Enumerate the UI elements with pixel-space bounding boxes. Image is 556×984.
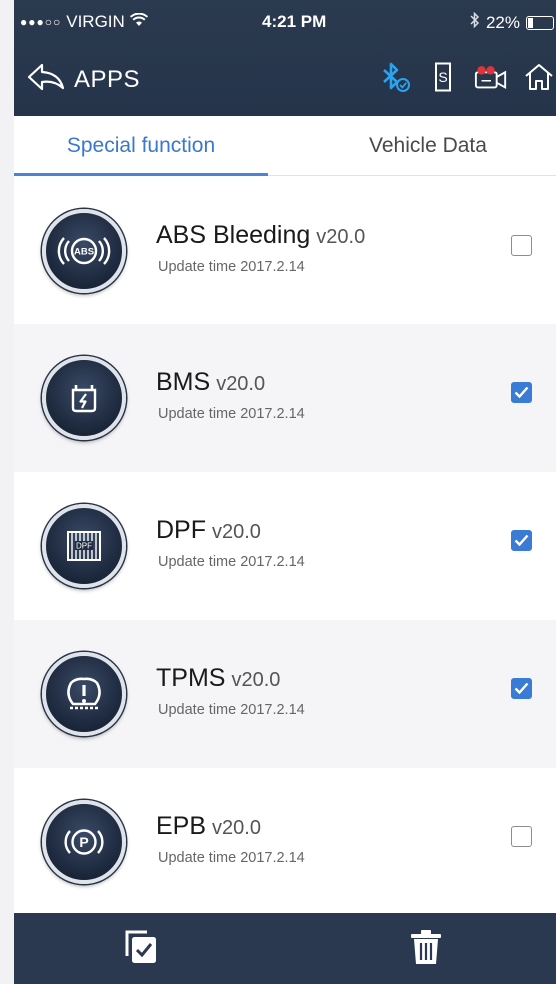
svg-text:ABS: ABS bbox=[74, 247, 94, 258]
list-item-abs-bleeding[interactable]: ABS ABS Bleeding v20.0 Update time 2017.2… bbox=[14, 177, 556, 324]
status-bar: ●●●○○ VIRGIN 4:21 PM 22% bbox=[14, 0, 556, 44]
select-checkbox[interactable] bbox=[511, 530, 532, 551]
list-item-epb[interactable]: P EPB v20.0 Update time 2017.2.14 bbox=[14, 768, 556, 916]
app-bar: APPS S bbox=[14, 48, 556, 110]
app-title: DPF v20.0 bbox=[156, 516, 261, 545]
home-icon[interactable] bbox=[522, 60, 556, 94]
abs-icon: ABS bbox=[42, 209, 126, 293]
tab-vehicle-data[interactable]: Vehicle Data bbox=[300, 116, 556, 176]
svg-text:DPF: DPF bbox=[76, 542, 92, 551]
update-time: Update time 2017.2.14 bbox=[158, 850, 305, 866]
bottom-toolbar bbox=[14, 913, 556, 984]
app-name: EPB bbox=[156, 812, 207, 840]
select-all-button[interactable] bbox=[120, 929, 160, 969]
select-all-icon bbox=[121, 928, 159, 971]
select-checkbox[interactable] bbox=[511, 826, 532, 847]
app-version: v20.0 bbox=[231, 669, 281, 691]
update-time: Update time 2017.2.14 bbox=[158, 259, 305, 275]
app-title: BMS v20.0 bbox=[156, 368, 265, 397]
signal-strength-icon: ●●●○○ bbox=[20, 15, 62, 29]
battery-icon bbox=[42, 356, 126, 440]
battery-percent: 22% bbox=[485, 12, 520, 32]
header: ●●●○○ VIRGIN 4:21 PM 22% APPS S bbox=[14, 0, 556, 116]
tab-bar: Special function Vehicle Data bbox=[14, 116, 556, 176]
carrier-group: ●●●○○ VIRGIN bbox=[20, 12, 148, 32]
status-right: 22% bbox=[470, 11, 554, 33]
app-version: v20.0 bbox=[216, 373, 266, 395]
app-screen: ●●●○○ VIRGIN 4:21 PM 22% APPS S Special … bbox=[14, 0, 556, 984]
app-version: v20.0 bbox=[316, 226, 366, 248]
back-label: APPS bbox=[74, 65, 141, 93]
bluetooth-connected-icon[interactable] bbox=[378, 60, 412, 94]
select-checkbox[interactable] bbox=[511, 678, 532, 699]
update-time: Update time 2017.2.14 bbox=[158, 554, 305, 570]
select-checkbox[interactable] bbox=[511, 382, 532, 403]
video-record-icon[interactable] bbox=[474, 60, 508, 94]
app-version: v20.0 bbox=[212, 817, 261, 839]
bluetooth-icon bbox=[470, 11, 480, 33]
tab-special-function[interactable]: Special function bbox=[14, 116, 268, 176]
update-time: Update time 2017.2.14 bbox=[158, 702, 305, 718]
app-title: ABS Bleeding v20.0 bbox=[156, 221, 365, 250]
carrier-name: VIRGIN bbox=[66, 12, 125, 31]
active-tab-indicator bbox=[14, 173, 268, 176]
svg-text:S: S bbox=[438, 69, 447, 85]
update-time: Update time 2017.2.14 bbox=[158, 406, 305, 422]
app-name: ABS Bleeding bbox=[156, 221, 311, 249]
tpms-icon bbox=[42, 652, 126, 736]
app-title: TPMS v20.0 bbox=[156, 664, 280, 693]
s-icon[interactable]: S bbox=[426, 60, 460, 94]
app-name: BMS bbox=[156, 368, 211, 396]
clock: 4:21 PM bbox=[262, 12, 327, 31]
app-version: v20.0 bbox=[212, 521, 261, 543]
list-item-dpf[interactable]: DPF DPF v20.0 Update time 2017.2.14 bbox=[14, 472, 556, 620]
battery-icon bbox=[526, 15, 554, 30]
toolbar-icons: S bbox=[378, 60, 556, 94]
list-item-tpms[interactable]: TPMS v20.0 Update time 2017.2.14 bbox=[14, 620, 556, 768]
dpf-icon: DPF bbox=[42, 504, 126, 588]
svg-text:P: P bbox=[79, 834, 88, 850]
back-button[interactable]: APPS bbox=[26, 62, 140, 97]
wifi-icon bbox=[129, 12, 148, 32]
back-arrow-icon bbox=[26, 62, 66, 97]
app-name: DPF bbox=[156, 516, 206, 544]
app-list: ABS ABS Bleeding v20.0 Update time 2017.2… bbox=[14, 177, 556, 916]
app-title: EPB v20.0 bbox=[156, 812, 261, 841]
app-name: TPMS bbox=[156, 664, 226, 692]
select-checkbox[interactable] bbox=[511, 235, 532, 256]
delete-button[interactable] bbox=[406, 929, 446, 969]
parking-brake-icon: P bbox=[42, 800, 126, 884]
trash-icon bbox=[409, 928, 443, 971]
list-item-bms[interactable]: BMS v20.0 Update time 2017.2.14 bbox=[14, 324, 556, 472]
